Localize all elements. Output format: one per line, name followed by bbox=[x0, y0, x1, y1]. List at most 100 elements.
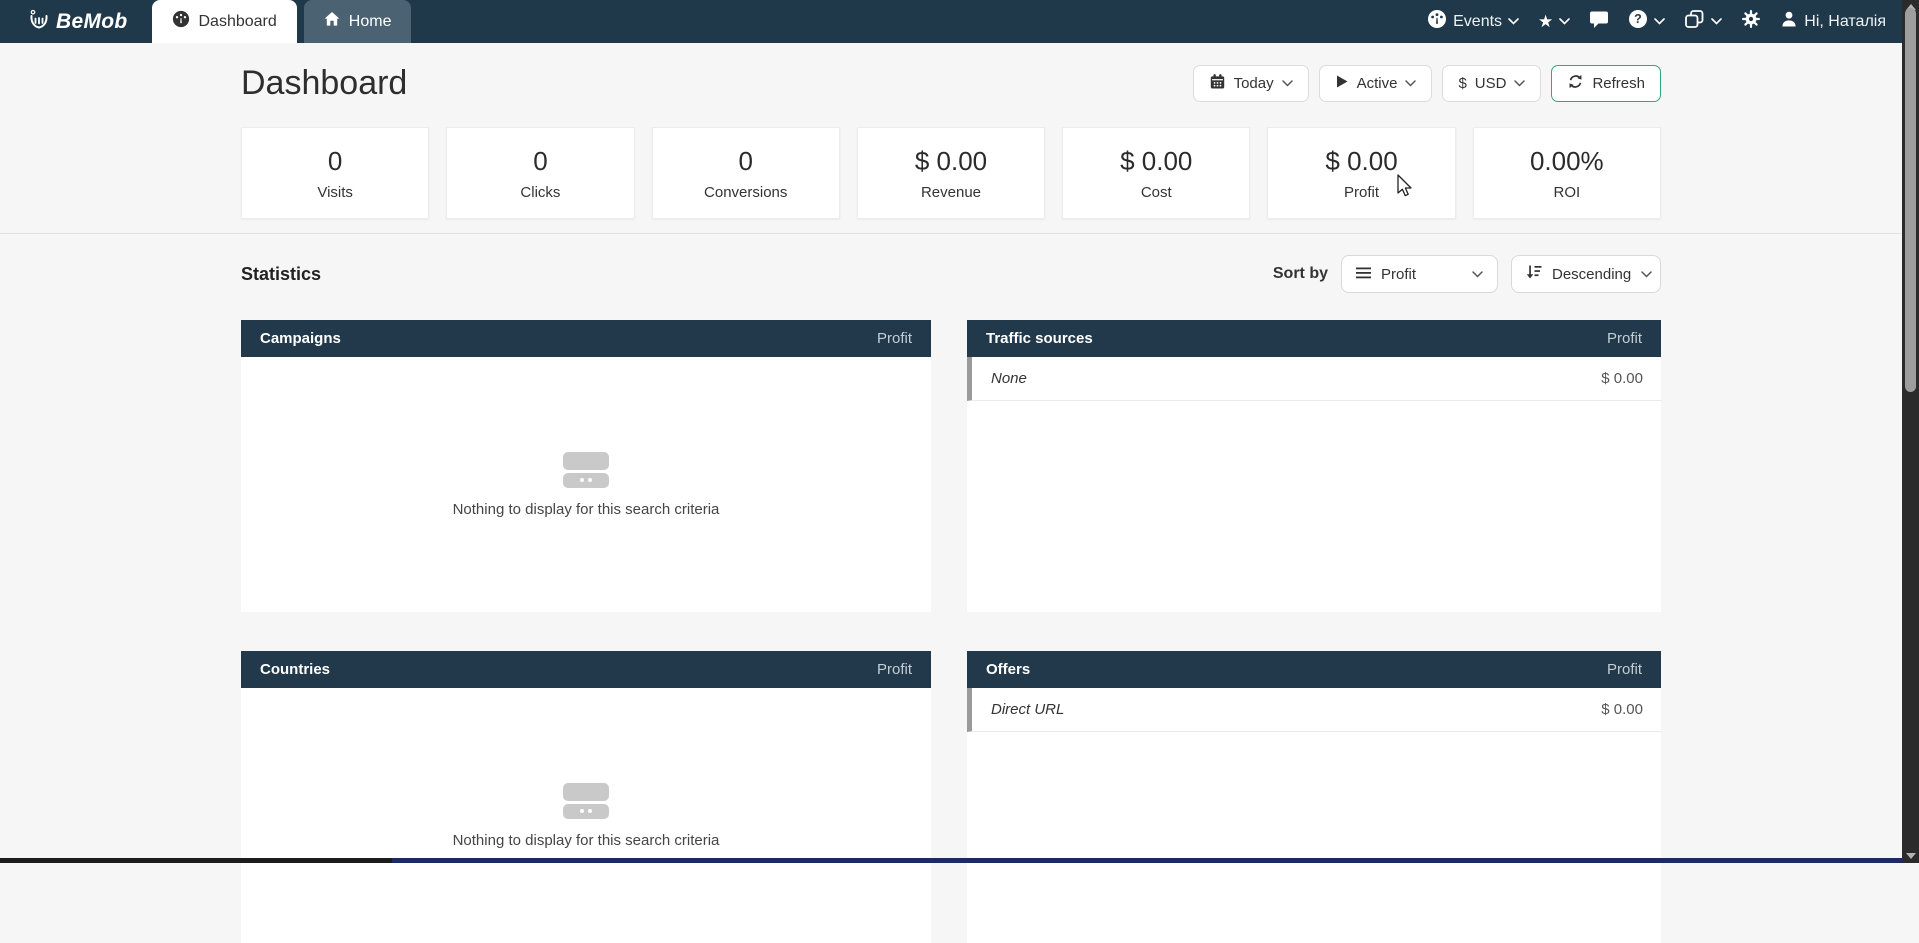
stat-label: Conversions bbox=[704, 184, 787, 201]
panel-title: Offers bbox=[986, 661, 1030, 678]
user-icon bbox=[1780, 10, 1798, 33]
stats-row: 0 Visits 0 Clicks 0 Conversions $ 0.00 R… bbox=[241, 127, 1661, 219]
stat-label: Cost bbox=[1141, 184, 1172, 201]
navbar-right: Events ★ ? bbox=[1427, 0, 1902, 43]
chevron-down-icon bbox=[1514, 80, 1525, 87]
bemob-logo[interactable]: BeMob bbox=[0, 0, 152, 43]
user-greeting: Hi, Наталія bbox=[1804, 13, 1886, 31]
question-icon: ? bbox=[1628, 9, 1648, 34]
panel-title: Countries bbox=[260, 661, 330, 678]
chevron-down-icon bbox=[1711, 18, 1722, 25]
chevron-down-icon bbox=[1559, 18, 1570, 25]
stat-value: 0 bbox=[533, 146, 547, 177]
events-gauge-icon bbox=[1427, 9, 1447, 34]
empty-state: Nothing to display for this search crite… bbox=[241, 357, 931, 612]
row-name: None bbox=[991, 370, 1027, 387]
sort-order-select[interactable]: Descending bbox=[1511, 255, 1661, 293]
stat-label: Revenue bbox=[921, 184, 981, 201]
panel-countries-header: Countries Profit bbox=[241, 651, 931, 688]
stat-label: Visits bbox=[317, 184, 353, 201]
chevron-down-icon bbox=[1282, 80, 1293, 87]
scrollbar-thumb[interactable] bbox=[1905, 8, 1916, 392]
table-row: None $ 0.00 bbox=[967, 357, 1661, 401]
stat-value: 0 bbox=[328, 146, 342, 177]
row-value: $ 0.00 bbox=[1601, 701, 1643, 718]
panel-countries: Countries Profit Nothing to display for … bbox=[241, 651, 931, 943]
events-menu[interactable]: Events bbox=[1427, 9, 1519, 34]
events-label: Events bbox=[1453, 13, 1502, 31]
date-range-button[interactable]: Today bbox=[1193, 65, 1309, 102]
stat-card-visits: 0 Visits bbox=[241, 127, 429, 219]
statistics-header: Statistics Sort by Profit bbox=[241, 255, 1661, 293]
panel-campaigns-header: Campaigns Profit bbox=[241, 320, 931, 357]
currency-button[interactable]: $ USD bbox=[1442, 65, 1541, 102]
panel-title: Traffic sources bbox=[986, 330, 1093, 347]
statistics-title: Statistics bbox=[241, 264, 321, 285]
panel-offers: Offers Profit Direct URL $ 0.00 bbox=[967, 651, 1661, 943]
panel-countries-body: Nothing to display for this search crite… bbox=[241, 688, 931, 943]
refresh-label: Refresh bbox=[1592, 75, 1645, 92]
stat-card-revenue: $ 0.00 Revenue bbox=[857, 127, 1045, 219]
gear-icon bbox=[1741, 9, 1761, 34]
favorites-menu[interactable]: ★ bbox=[1538, 13, 1570, 30]
stat-label: ROI bbox=[1553, 184, 1580, 201]
stat-card-roi: 0.00% ROI bbox=[1473, 127, 1661, 219]
help-menu[interactable]: ? bbox=[1628, 9, 1665, 34]
row-name: Direct URL bbox=[991, 701, 1064, 718]
row-value: $ 0.00 bbox=[1601, 370, 1643, 387]
panel-offers-body: Direct URL $ 0.00 bbox=[967, 688, 1661, 943]
table-row: Direct URL $ 0.00 bbox=[967, 688, 1661, 732]
scroll-down-arrow-icon[interactable] bbox=[1906, 853, 1916, 859]
sort-descending-icon bbox=[1526, 264, 1542, 284]
panel-campaigns-body: Nothing to display for this search crite… bbox=[241, 357, 931, 612]
page-header: Dashboard Today bbox=[241, 61, 1661, 105]
stat-value: $ 0.00 bbox=[1120, 146, 1192, 177]
top-navbar: BeMob Dashboard Home bbox=[0, 0, 1902, 43]
main-content: Dashboard Today bbox=[241, 43, 1661, 943]
sort-by-label: Sort by bbox=[1273, 265, 1328, 283]
bottom-edge-strip bbox=[0, 858, 1902, 863]
panel-metric-label: Profit bbox=[1607, 661, 1642, 678]
stat-card-conversions: 0 Conversions bbox=[652, 127, 840, 219]
workspaces-menu[interactable] bbox=[1684, 9, 1722, 34]
stat-card-cost: $ 0.00 Cost bbox=[1062, 127, 1250, 219]
stat-value: $ 0.00 bbox=[1325, 146, 1397, 177]
sort-field-select[interactable]: Profit bbox=[1341, 255, 1498, 293]
panel-traffic-sources-header: Traffic sources Profit bbox=[967, 320, 1661, 357]
empty-state-text: Nothing to display for this search crite… bbox=[453, 832, 720, 849]
chevron-down-icon bbox=[1508, 18, 1519, 25]
status-filter-button[interactable]: Active bbox=[1319, 65, 1433, 102]
calendar-icon bbox=[1209, 73, 1226, 94]
panel-metric-label: Profit bbox=[877, 661, 912, 678]
date-range-label: Today bbox=[1234, 75, 1274, 92]
empty-state: Nothing to display for this search crite… bbox=[241, 688, 931, 943]
empty-state-text: Nothing to display for this search crite… bbox=[453, 501, 720, 518]
stat-value: 0.00% bbox=[1530, 146, 1604, 177]
panel-campaigns: Campaigns Profit Nothing to display for … bbox=[241, 320, 931, 612]
header-controls: Today Active $ USD bbox=[1193, 65, 1661, 102]
refresh-button[interactable]: Refresh bbox=[1551, 65, 1661, 102]
sort-field-value: Profit bbox=[1381, 266, 1416, 283]
stat-label: Profit bbox=[1344, 184, 1379, 201]
user-menu[interactable]: Hi, Наталія bbox=[1780, 10, 1886, 33]
chevron-down-icon bbox=[1654, 18, 1665, 25]
refresh-icon bbox=[1567, 73, 1584, 94]
star-icon: ★ bbox=[1538, 13, 1553, 30]
sort-order-value: Descending bbox=[1552, 266, 1631, 283]
settings-button[interactable] bbox=[1741, 9, 1761, 34]
list-icon bbox=[1356, 266, 1371, 283]
play-icon bbox=[1335, 74, 1349, 93]
layers-icon bbox=[1684, 9, 1705, 34]
tab-home[interactable]: Home bbox=[304, 0, 412, 43]
tab-dashboard[interactable]: Dashboard bbox=[152, 0, 297, 43]
section-divider bbox=[0, 233, 1902, 234]
chat-button[interactable] bbox=[1589, 10, 1609, 34]
vertical-scrollbar[interactable] bbox=[1902, 0, 1919, 863]
chevron-down-icon bbox=[1641, 271, 1652, 278]
dollar-icon: $ bbox=[1458, 75, 1466, 92]
widget-grid: Campaigns Profit Nothing to display for … bbox=[241, 320, 1661, 943]
stat-value: 0 bbox=[738, 146, 752, 177]
tab-home-label: Home bbox=[349, 13, 392, 31]
sort-controls: Sort by Profit bbox=[1273, 255, 1661, 293]
panel-traffic-sources: Traffic sources Profit None $ 0.00 bbox=[967, 320, 1661, 612]
